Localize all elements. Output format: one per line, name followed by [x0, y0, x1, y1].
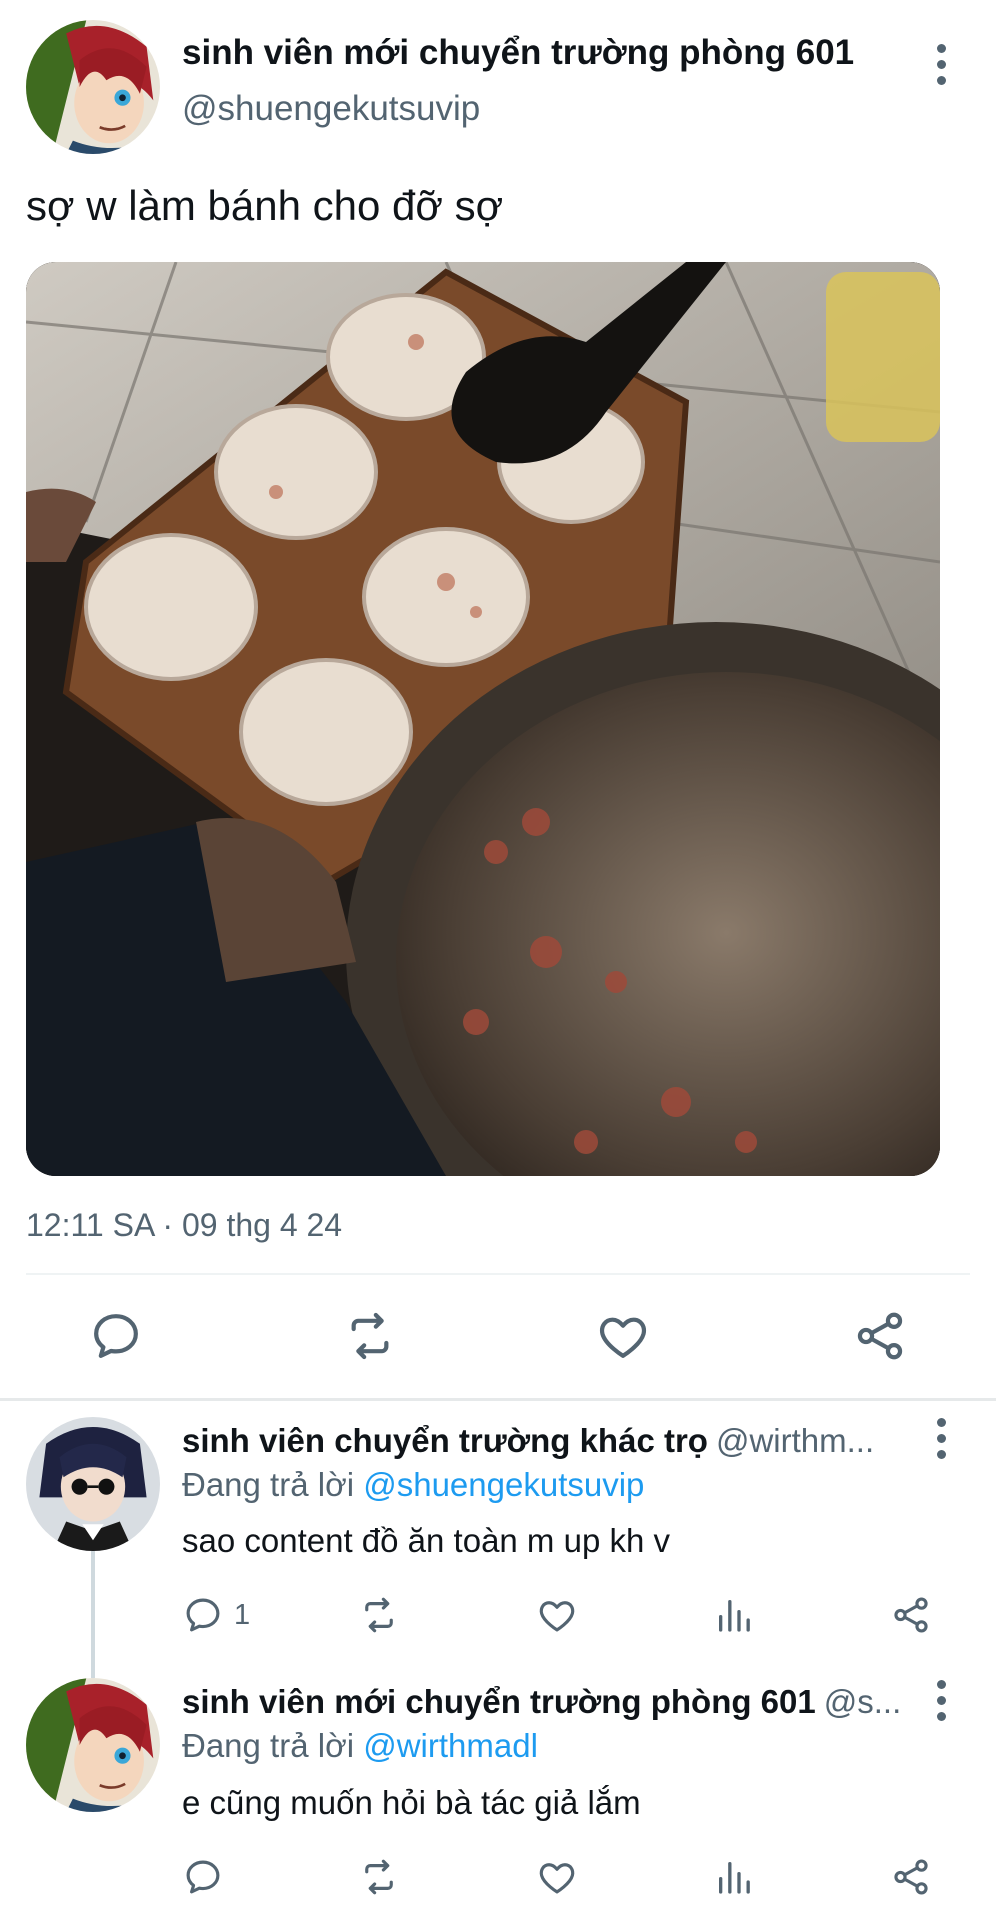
- reply-count: 1: [234, 1598, 251, 1631]
- more-dot: [936, 1433, 946, 1443]
- anime-avatar-icon: [26, 20, 160, 154]
- views-icon: [719, 1862, 750, 1894]
- more-dot: [936, 1449, 946, 1459]
- reply-text: sao content đồ ăn toàn m up kh v: [182, 1522, 670, 1559]
- more-dot: [936, 1679, 946, 1689]
- like-icon: [599, 1317, 647, 1358]
- divider: [26, 1273, 970, 1275]
- retweet-icon: [365, 1859, 393, 1895]
- anime-avatar-red-hair-icon: [26, 1678, 160, 1812]
- share-icon: [894, 1597, 928, 1633]
- like-button[interactable]: [595, 1308, 651, 1364]
- reply-header: sinh viên chuyển trường khác trọ @wirthm…: [182, 1418, 902, 1464]
- reply-views-button[interactable]: [714, 1590, 754, 1640]
- more-dot: [936, 1417, 946, 1427]
- retweet-icon: [351, 1312, 389, 1360]
- like-icon: [539, 1601, 575, 1632]
- reply-retweet-button[interactable]: [356, 1852, 402, 1902]
- more-options-button[interactable]: [921, 34, 961, 94]
- thread-connector-line: [91, 1551, 95, 1678]
- reply-header: sinh viên mới chuyển trường phòng 601 @s…: [182, 1679, 912, 1725]
- anime-avatar-dark-hair-glasses-icon: [26, 1417, 160, 1551]
- tweet-text: sợ w làm bánh cho đỡ sợ: [26, 182, 504, 229]
- share-icon: [857, 1312, 903, 1360]
- reply-text: e cũng muốn hỏi bà tác giả lắm: [182, 1784, 641, 1821]
- replying-to-line: Đang trả lời @shuengekutsuvip: [182, 1462, 644, 1508]
- more-dot: [936, 59, 946, 69]
- share-icon: [894, 1859, 928, 1895]
- replying-prefix: Đang trả lời: [182, 1727, 364, 1764]
- reply-like-button[interactable]: [536, 1590, 578, 1640]
- reply-like-button[interactable]: [536, 1852, 578, 1902]
- tweet-media-photo[interactable]: [26, 262, 940, 1176]
- reply-retweet-button[interactable]: [356, 1590, 402, 1640]
- reply-share-button[interactable]: [890, 1852, 932, 1902]
- replying-to-mention[interactable]: @wirthmadl: [363, 1727, 538, 1764]
- reply-icon: [186, 1598, 220, 1632]
- reply-share-button[interactable]: [890, 1590, 932, 1640]
- reply-icon: [186, 1860, 220, 1894]
- views-icon: [719, 1600, 750, 1632]
- author-display-name[interactable]: sinh viên mới chuyển trường phòng 601: [182, 30, 882, 76]
- reply-button[interactable]: [88, 1308, 144, 1364]
- reply-display-name[interactable]: sinh viên chuyển trường khác trọ: [182, 1418, 708, 1464]
- reply-views-button[interactable]: [714, 1852, 754, 1902]
- reply-reply-button[interactable]: 1: [182, 1590, 250, 1640]
- reply-handle[interactable]: @wirthm...: [716, 1418, 874, 1464]
- more-dot: [936, 43, 946, 53]
- reply-more-options-button[interactable]: [921, 1408, 961, 1468]
- author-avatar[interactable]: [26, 20, 160, 154]
- tweet-timestamp[interactable]: 12:11 SA · 09 thg 4 24: [26, 1204, 342, 1246]
- more-dot: [936, 1711, 946, 1721]
- replying-to-line: Đang trả lời @wirthmadl: [182, 1723, 538, 1769]
- reply-icon: [94, 1314, 138, 1358]
- more-dot: [936, 75, 946, 85]
- reply-more-options-button[interactable]: [921, 1670, 961, 1730]
- replying-prefix: Đang trả lời: [182, 1466, 364, 1503]
- reply-avatar[interactable]: [26, 1417, 160, 1551]
- share-button[interactable]: [852, 1308, 908, 1364]
- author-handle[interactable]: @shuengekutsuvip: [182, 86, 480, 132]
- like-icon: [539, 1863, 575, 1894]
- retweet-button[interactable]: [340, 1308, 400, 1364]
- reply-display-name[interactable]: sinh viên mới chuyển trường phòng 601: [182, 1679, 816, 1725]
- more-dot: [936, 1695, 946, 1705]
- photo-baking-muffins-icon: [26, 262, 940, 1176]
- reply-reply-button[interactable]: [182, 1852, 224, 1902]
- retweet-icon: [365, 1597, 393, 1633]
- reply-avatar[interactable]: [26, 1678, 160, 1812]
- section-divider: [0, 1398, 996, 1401]
- reply-handle[interactable]: @s...: [824, 1679, 902, 1725]
- replying-to-mention[interactable]: @shuengekutsuvip: [363, 1466, 644, 1503]
